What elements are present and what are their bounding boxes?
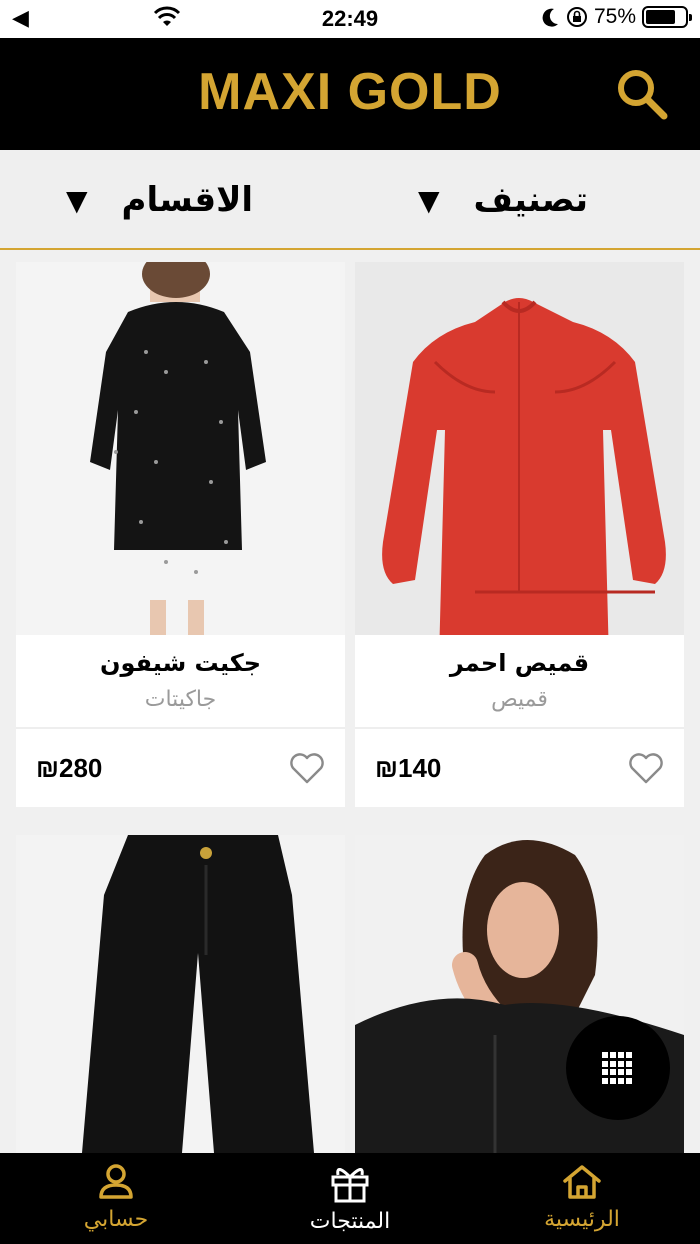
sections-label: الاقسام [121,180,254,220]
brand-logo: MAXI GOLD [198,63,502,121]
search-icon[interactable] [612,64,672,124]
moon-icon [542,8,558,27]
tab-account-label: حسابي [83,1207,149,1232]
heart-icon[interactable] [289,751,325,785]
status-bar: ◀ 22:49 75% [0,0,700,38]
product-card[interactable]: قميص احمر قميص ₪140 [355,262,684,807]
user-icon [99,1164,133,1199]
product-footer: ₪140 [355,729,684,807]
grid-menu-button[interactable] [566,1016,670,1120]
tab-products-label: المنتجات [309,1209,391,1234]
product-card[interactable] [16,835,345,1153]
home-icon [563,1165,601,1199]
bottom-tab-bar: حسابي المنتجات الرئيسية [0,1153,700,1244]
app-header: MAXI GOLD [0,38,700,150]
sections-dropdown[interactable]: الاقسام ▼ [66,178,253,222]
product-category: قميص [491,687,548,712]
tab-products[interactable]: المنتجات [270,1159,430,1241]
product-price: ₪280 [36,753,103,783]
tab-account[interactable]: حسابي [36,1159,196,1241]
filter-bar: تصنيف ▼ الاقسام ▼ [0,150,700,250]
product-image-black-wide-pants [16,835,345,1153]
caret-down-icon: ▼ [66,183,88,217]
product-card[interactable]: جكيت شيفون جاكيتات ₪280 [16,262,345,807]
product-image-red-blouse [355,262,684,635]
product-category: جاكيتات [144,687,217,712]
status-right-group: 75% [542,5,692,29]
tab-home[interactable]: الرئيسية [502,1159,662,1241]
tab-home-label: الرئيسية [544,1207,620,1232]
battery-percent: 75% [593,5,636,28]
orientation-lock-icon [566,7,587,27]
classify-dropdown[interactable]: تصنيف ▼ [418,178,588,222]
product-footer: ₪280 [16,729,345,807]
gift-icon [331,1168,369,1203]
heart-icon[interactable] [628,751,664,785]
grid-menu-icon [602,1052,634,1084]
battery-icon [642,6,692,28]
battery-fill [646,10,675,24]
product-price: ₪140 [375,753,442,783]
caret-down-icon: ▼ [418,183,440,217]
product-image-black-chiffon-jacket [16,262,345,635]
classify-label: تصنيف [473,180,589,220]
